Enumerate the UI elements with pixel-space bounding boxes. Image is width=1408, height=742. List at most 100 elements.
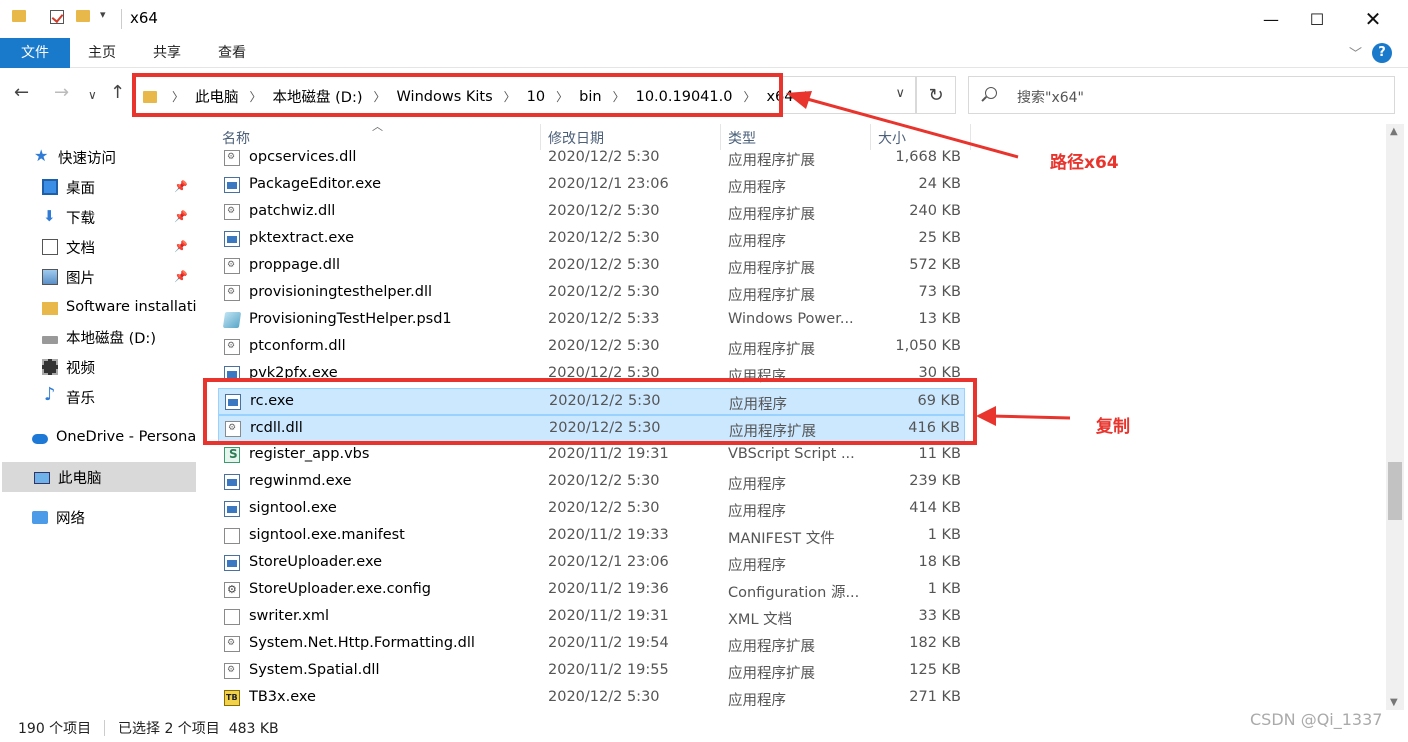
file-row[interactable]: signtool.exe.manifest 2020/11/2 19:33 MANI…: [218, 523, 965, 550]
pin-icon[interactable]: 📌: [174, 270, 188, 283]
file-type: 应用程序: [728, 477, 786, 493]
desktop-icon: [42, 179, 58, 195]
scroll-down-icon[interactable]: ▼: [1390, 697, 1398, 708]
file-type: 应用程序扩展: [728, 261, 815, 277]
nav-pictures[interactable]: 图片 📌: [42, 262, 194, 292]
file-name: StoreUploader.exe: [249, 554, 383, 570]
nav-local-disk[interactable]: 本地磁盘 (D:): [42, 322, 194, 352]
back-arrow-icon[interactable]: ←: [14, 82, 29, 103]
maximize-button[interactable]: ☐: [1294, 0, 1340, 38]
scrollbar-thumb[interactable]: [1388, 462, 1402, 520]
file-date: 2020/12/2 5:30: [548, 500, 660, 516]
nav-downloads[interactable]: 下载 📌: [42, 202, 194, 232]
file-row[interactable]: StoreUploader.exe.config 2020/11/2 19:36 C…: [218, 577, 965, 604]
nav-label: 下载: [66, 210, 95, 227]
help-button[interactable]: ?: [1372, 43, 1392, 63]
file-row[interactable]: PackageEditor.exe 2020/12/1 23:06 应用程序 24 K…: [218, 172, 965, 199]
forward-arrow-icon[interactable]: →: [54, 82, 69, 103]
nav-videos[interactable]: 视频: [42, 352, 194, 382]
file-row[interactable]: signtool.exe 2020/12/2 5:30 应用程序 414 KB: [218, 496, 965, 523]
minimize-button[interactable]: —: [1248, 0, 1294, 38]
tab-view[interactable]: 查看: [200, 38, 264, 68]
tab-file[interactable]: 文件: [0, 38, 70, 68]
ribbon-tabs: 文件 主页 共享 查看 ﹀ ?: [0, 38, 1408, 68]
up-arrow-icon[interactable]: ↑: [110, 82, 125, 103]
pin-icon[interactable]: 📌: [174, 180, 188, 193]
file-date: 2020/12/1 23:06: [548, 176, 669, 192]
file-row[interactable]: opcservices.dll 2020/12/2 5:30 应用程序扩展 1,668…: [218, 146, 965, 172]
file-type: Configuration 源...: [728, 585, 860, 601]
nav-label: 此电脑: [58, 470, 102, 487]
dll-file-icon: [224, 636, 240, 652]
file-row[interactable]: ptconform.dll 2020/12/2 5:30 应用程序扩展 1,050 K…: [218, 334, 965, 361]
close-button[interactable]: ✕: [1350, 0, 1396, 38]
nav-label: 音乐: [66, 390, 95, 407]
status-bar: 190 个项目 已选择 2 个项目 483 KB: [0, 712, 1408, 742]
file-row[interactable]: System.Spatial.dll 2020/11/2 19:55 应用程序扩展 1…: [218, 658, 965, 685]
file-row[interactable]: regwinmd.exe 2020/12/2 5:30 应用程序 239 KB: [218, 469, 965, 496]
expand-ribbon-icon[interactable]: ﹀: [1349, 43, 1362, 62]
nav-documents[interactable]: 文档 📌: [42, 232, 194, 262]
properties-icon[interactable]: [50, 10, 64, 24]
exe-file-icon: [224, 555, 240, 571]
copy-annotation: 复制: [1096, 417, 1130, 437]
vertical-scrollbar[interactable]: ▲ ▼: [1386, 124, 1404, 710]
file-type: 应用程序扩展: [728, 342, 815, 358]
scroll-up-icon[interactable]: ▲: [1390, 126, 1398, 137]
tab-home[interactable]: 主页: [70, 38, 134, 68]
dll-file-icon: [224, 150, 240, 166]
file-date: 2020/12/2 5:30: [548, 149, 660, 165]
tab-share[interactable]: 共享: [135, 38, 199, 68]
nav-this-pc[interactable]: 此电脑: [2, 462, 196, 492]
file-name: PackageEditor.exe: [249, 176, 382, 192]
file-size: 182 KB: [909, 635, 961, 651]
nav-label: 快速访问: [58, 150, 116, 167]
file-size: 572 KB: [909, 257, 961, 273]
chevron-right-icon[interactable]: 〉: [805, 88, 817, 105]
vbs-file-icon: [224, 447, 240, 463]
txt-file-icon: [224, 609, 240, 625]
nav-music[interactable]: 音乐: [42, 382, 194, 412]
new-folder-icon[interactable]: [76, 10, 90, 22]
column-name[interactable]: 名称: [222, 128, 250, 148]
file-row[interactable]: StoreUploader.exe 2020/12/1 23:06 应用程序 18 K…: [218, 550, 965, 577]
file-row[interactable]: patchwiz.dll 2020/12/2 5:30 应用程序扩展 240 KB: [218, 199, 965, 226]
file-row[interactable]: swriter.xml 2020/11/2 19:31 XML 文档 33 KB: [218, 604, 965, 631]
music-icon: [42, 384, 58, 405]
recent-locations-icon[interactable]: ∨: [88, 88, 97, 102]
search-icon: [985, 87, 997, 99]
column-type[interactable]: 类型: [728, 128, 756, 148]
nav-desktop[interactable]: 桌面 📌: [42, 172, 194, 202]
dll-file-icon: [224, 258, 240, 274]
file-row[interactable]: proppage.dll 2020/12/2 5:30 应用程序扩展 572 KB: [218, 253, 965, 280]
window-title: x64: [130, 9, 158, 27]
customize-quick-access-icon[interactable]: ▾: [100, 8, 106, 21]
pin-icon[interactable]: 📌: [174, 240, 188, 253]
file-row[interactable]: pktextract.exe 2020/12/2 5:30 应用程序 25 KB: [218, 226, 965, 253]
nav-onedrive[interactable]: OneDrive - Persona: [32, 422, 196, 452]
nav-software-folder[interactable]: Software installati: [42, 292, 196, 322]
pin-icon[interactable]: 📌: [174, 210, 188, 223]
file-row[interactable]: ProvisioningTestHelper.psd1 2020/12/2 5:3…: [218, 307, 965, 334]
nav-quick-access[interactable]: 快速访问: [34, 142, 194, 172]
file-row[interactable]: provisioningtesthelper.dll 2020/12/2 5:30…: [218, 280, 965, 307]
file-row[interactable]: register_app.vbs 2020/11/2 19:31 VBScript …: [218, 442, 965, 469]
nav-network[interactable]: 网络: [32, 502, 196, 532]
column-size[interactable]: 大小: [878, 128, 906, 148]
file-row[interactable]: TB3x.exe 2020/12/2 5:30 应用程序 271 KB: [218, 685, 965, 712]
file-type: 应用程序: [728, 558, 786, 574]
file-date: 2020/12/2 5:30: [548, 230, 660, 246]
dll-file-icon: [224, 339, 240, 355]
file-size: 239 KB: [909, 473, 961, 489]
file-size: 13 KB: [918, 311, 961, 327]
chevron-down-icon[interactable]: ∨: [895, 86, 905, 101]
file-date: 2020/12/2 5:30: [548, 338, 660, 354]
file-row[interactable]: System.Net.Http.Formatting.dll 2020/11/2 …: [218, 631, 965, 658]
file-name: regwinmd.exe: [249, 473, 352, 489]
file-date: 2020/11/2 19:54: [548, 635, 669, 651]
refresh-button[interactable]: ↻: [916, 76, 956, 114]
network-icon: [32, 510, 48, 524]
search-input[interactable]: 搜索"x64": [968, 76, 1395, 114]
column-date[interactable]: 修改日期: [548, 128, 604, 148]
file-name: patchwiz.dll: [249, 203, 336, 219]
